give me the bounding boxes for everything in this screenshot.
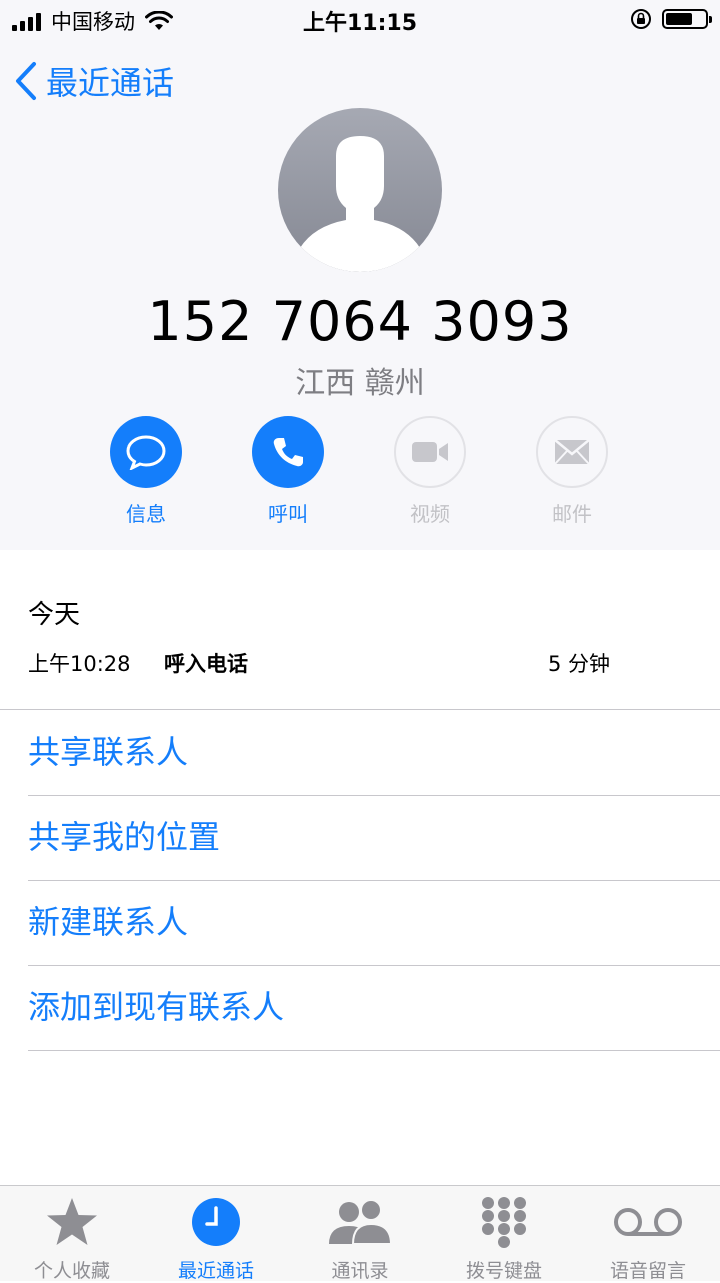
status-time: 上午11:15 [302,11,418,36]
tab-recents-label: 最近通话 [177,1260,254,1282]
phone-icon [273,438,303,467]
contacts-icon [329,1199,393,1245]
star-icon [47,1198,97,1245]
tab-favorites[interactable]: 个人收藏 [0,1186,144,1282]
tab-recents[interactable]: 最近通话 [144,1186,288,1282]
tab-contacts-label: 通讯录 [331,1260,389,1282]
contact-header: 最近通话 152 7064 3093 江西 赣州 信息 呼叫 视频 邮件 [0,40,720,550]
share-contact-button[interactable]: 共享联系人 [28,710,720,796]
keypad-icon [482,1197,526,1248]
video-action[interactable]: 视频 [375,416,485,527]
message-icon [126,435,166,470]
mail-icon [554,439,590,465]
status-bar: 中国移动 上午11:15 [0,0,720,40]
tab-bar: 个人收藏 最近通话 通讯录 拨号键盘 语音留言 [0,1185,720,1282]
mail-label: 邮件 [552,502,592,526]
phone-number[interactable]: 152 7064 3093 [0,290,720,353]
call-time: 上午10:28 [28,652,131,676]
tab-contacts[interactable]: 通讯录 [288,1186,432,1282]
new-contact-button[interactable]: 新建联系人 [28,880,720,966]
back-label: 最近通话 [46,64,175,102]
video-label: 视频 [410,502,450,526]
back-button[interactable]: 最近通话 [14,58,174,104]
call-button[interactable] [252,416,324,488]
call-action[interactable]: 呼叫 [233,416,343,527]
mail-button[interactable] [536,416,608,488]
voicemail-icon [614,1208,682,1236]
message-label: 信息 [126,502,166,526]
phone-location: 江西 赣州 [295,366,425,401]
add-to-existing-contact-button[interactable]: 添加到现有联系人 [28,965,720,1051]
mail-action[interactable]: 邮件 [517,416,627,527]
tab-voicemail-label: 语音留言 [609,1260,686,1282]
person-silhouette-icon [300,136,420,272]
tab-keypad-label: 拨号键盘 [465,1260,542,1282]
call-type: 呼入电话 [164,652,248,676]
orientation-lock-icon [631,9,651,29]
clock-icon [192,1198,240,1246]
tab-voicemail[interactable]: 语音留言 [576,1186,720,1282]
status-right [630,8,712,30]
video-button[interactable] [394,416,466,488]
avatar [278,108,442,272]
tab-keypad[interactable]: 拨号键盘 [432,1186,576,1282]
message-action[interactable]: 信息 [91,416,201,527]
chevron-left-icon [16,62,36,100]
battery-icon [662,9,712,29]
call-label: 呼叫 [268,502,308,526]
video-icon [412,442,448,462]
share-location-button[interactable]: 共享我的位置 [28,795,720,881]
call-duration: 5 分钟 [547,652,610,676]
tab-favorites-label: 个人收藏 [33,1260,110,1282]
message-button[interactable] [110,416,182,488]
call-date-header: 今天 [28,600,81,630]
